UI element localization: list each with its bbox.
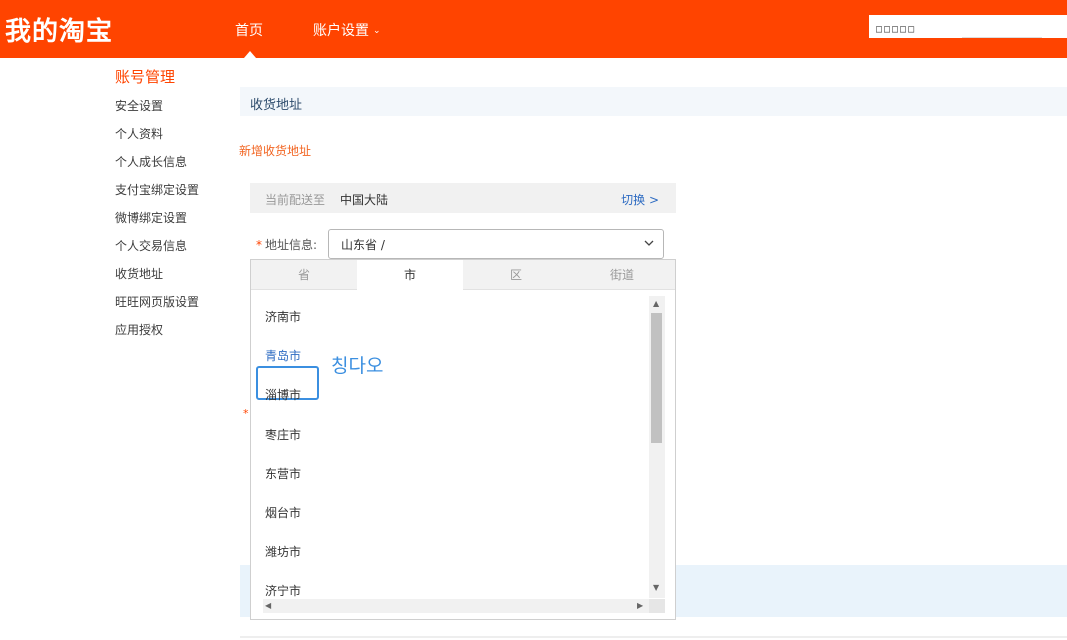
nav-account-settings-menu[interactable]: 账户设置 ⌄	[313, 20, 381, 40]
list-item-jining[interactable]: 济宁市	[265, 582, 301, 599]
new-address-tab[interactable]: 新增收货地址	[239, 142, 311, 159]
list-item-yantai[interactable]: 烟台市	[265, 504, 301, 521]
tab-district[interactable]: 区	[463, 260, 569, 290]
list-item-zibo[interactable]: 淄博市	[265, 386, 301, 403]
vertical-scrollbar[interactable]: ▲ ▼	[649, 296, 665, 598]
sidebar-item-profile[interactable]: 个人资料	[115, 125, 163, 142]
delivery-value: 中国大陆	[340, 193, 389, 207]
sidebar-item-wangwang[interactable]: 旺旺网页版设置	[115, 293, 199, 310]
tab-city[interactable]: 市	[357, 260, 463, 291]
list-item-qingdao[interactable]: 青岛市	[265, 347, 301, 364]
city-list: 济南市 青岛市 淄博市 枣庄市 东营市 烟台市 潍坊市 济宁市	[251, 291, 649, 599]
sidebar-item-weibo[interactable]: 微博绑定设置	[115, 209, 187, 226]
required-mark-hidden-field: *	[243, 407, 249, 420]
tab-province[interactable]: 省	[251, 260, 357, 290]
sidebar-item-security[interactable]: 安全设置	[115, 97, 163, 114]
nav-home-link[interactable]: 首页	[235, 20, 263, 40]
switch-region-link[interactable]: 切换 >	[621, 191, 659, 208]
region-tabs: 省 市 区 街道	[251, 260, 675, 291]
search-input[interactable]: □□□□□	[869, 15, 1067, 38]
horizontal-scrollbar[interactable]: ◀ ▶	[263, 599, 649, 613]
scroll-left-arrow-icon[interactable]: ◀	[265, 602, 271, 610]
scroll-right-arrow-icon[interactable]: ▶	[637, 602, 643, 610]
bottom-divider	[240, 636, 1067, 638]
region-dropdown: 省 市 区 街道 济南市 青岛市 淄博市 枣庄市 东营市 烟台市 潍坊市 济宁市…	[250, 259, 676, 620]
active-nav-indicator	[244, 51, 256, 58]
address-info-label: * 地址信息:	[256, 236, 317, 253]
scroll-up-arrow-icon[interactable]: ▲	[653, 300, 659, 308]
delivery-region-bar: 当前配送至 中国大陆 切换 >	[250, 183, 676, 213]
sidebar-item-growth[interactable]: 个人成长信息	[115, 153, 187, 170]
chevron-down-icon: ⌄	[373, 26, 381, 36]
sidebar-item-app-auth[interactable]: 应用授权	[115, 321, 163, 338]
sidebar-title: 账号管理	[115, 68, 176, 86]
tab-street[interactable]: 街道	[569, 260, 675, 290]
scroll-down-arrow-icon[interactable]: ▼	[653, 584, 659, 592]
required-mark: *	[256, 238, 262, 252]
sidebar-item-alipay[interactable]: 支付宝绑定设置	[115, 181, 199, 198]
list-item-jinan[interactable]: 济南市	[265, 308, 301, 325]
sidebar-item-trade-info[interactable]: 个人交易信息	[115, 237, 187, 254]
section-header: 收货地址	[240, 87, 1067, 116]
list-item-weifang[interactable]: 潍坊市	[265, 543, 301, 560]
sidebar-item-address[interactable]: 收货地址	[115, 265, 163, 282]
nav-account-settings-label: 账户设置	[313, 23, 369, 39]
search-underline	[962, 37, 1042, 38]
translation-overlay-label: 칭다오	[331, 355, 384, 377]
address-select-value: 山东省 /	[341, 238, 385, 252]
chevron-down-icon	[644, 240, 654, 246]
list-item-zaozhuang[interactable]: 枣庄市	[265, 426, 301, 443]
address-region-select[interactable]: 山东省 /	[328, 229, 664, 259]
scrollbar-corner	[649, 599, 665, 613]
address-info-text: 地址信息:	[265, 238, 318, 252]
section-title: 收货地址	[250, 98, 303, 113]
top-header: 我的淘宝 首页 账户设置 ⌄ □□□□□	[0, 0, 1067, 58]
taobao-logo[interactable]: 我的淘宝	[5, 11, 113, 48]
list-item-dongying[interactable]: 东营市	[265, 465, 301, 482]
search-placeholder: □□□□□	[876, 24, 917, 35]
scrollbar-thumb[interactable]	[651, 313, 662, 443]
delivery-label: 当前配送至	[265, 193, 326, 207]
